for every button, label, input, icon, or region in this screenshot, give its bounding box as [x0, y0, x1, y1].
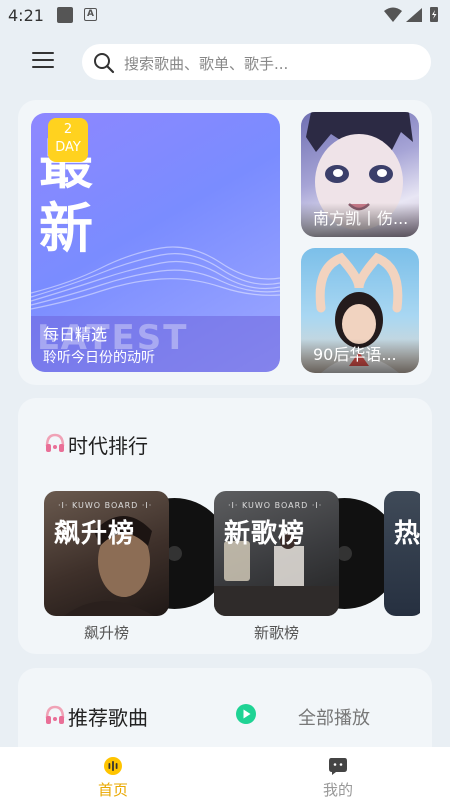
chart-cover-title: 飙升榜: [54, 519, 136, 549]
playlist-card[interactable]: 南方凯丨伤...: [301, 112, 419, 237]
system-status-icons: [384, 7, 438, 22]
home-music-icon: [104, 757, 122, 775]
chart-item-soaring[interactable]: ·I· KUWO BOARD ·I· 飙升榜 飙升榜: [44, 491, 234, 642]
featured-section: 最 新 2 DAY LATEST 每日精选 聆听今日份的动听 南方凯丨伤... …: [18, 100, 432, 385]
top-header: 搜索歌曲、歌单、歌手...: [0, 30, 450, 92]
chart-item-hot[interactable]: 热: [384, 491, 420, 641]
daily-picks-card[interactable]: 最 新 2 DAY LATEST 每日精选 聆听今日份的动听: [31, 113, 280, 372]
daily-card-subtitle: 聆听今日份的动听: [43, 350, 155, 366]
chart-name: 飙升榜: [83, 624, 129, 642]
playlist-card[interactable]: 90后华语...: [301, 248, 419, 373]
tab-home[interactable]: 首页: [53, 747, 173, 801]
daily-card-title: 每日精选: [43, 325, 108, 344]
status-bar: 4:21 A: [0, 0, 450, 30]
search-placeholder: 搜索歌曲、歌单、歌手...: [124, 55, 289, 73]
playlist-label: 90后华语...: [313, 345, 397, 364]
notification-square-icon: [57, 7, 73, 23]
profile-face-icon: [329, 758, 347, 775]
notification-a-icon: A: [84, 8, 97, 21]
headphones-icon: [45, 433, 65, 452]
wifi-icon: [384, 7, 402, 22]
signal-icon: [406, 8, 422, 22]
chart-cover: 热: [384, 491, 420, 616]
kuwo-board-label: ·I· KUWO BOARD ·I·: [228, 501, 323, 510]
tab-home-label: 首页: [97, 781, 128, 799]
chart-cover-title: 新歌榜: [224, 519, 306, 549]
search-input[interactable]: 搜索歌曲、歌单、歌手...: [82, 44, 431, 80]
tab-mine[interactable]: 我的: [278, 747, 398, 801]
day-badge-unit: DAY: [55, 140, 81, 155]
bottom-tab-bar: 首页 我的: [0, 747, 450, 801]
ranking-title: 时代排行: [68, 434, 148, 458]
headphones-icon: [45, 705, 65, 724]
chart-name: 新歌榜: [253, 624, 299, 642]
playlist-label: 南方凯丨伤...: [313, 209, 409, 228]
chart-item-new-songs[interactable]: ·I· KUWO BOARD ·I· 新歌榜 新歌榜: [214, 491, 404, 642]
ranking-section: 时代排行 ·I· KUWO BOARD ·I· 飙升榜 飙升榜 ·I· KUWO…: [18, 398, 432, 654]
kuwo-board-label: ·I· KUWO BOARD ·I·: [58, 501, 153, 510]
search-icon: [94, 53, 115, 74]
day-badge: 2 DAY: [48, 118, 88, 162]
chart-cover: ·I· KUWO BOARD ·I· 飙升榜: [44, 491, 169, 616]
play-all-button[interactable]: 全部播放: [298, 704, 370, 730]
sound-wave-graphic: [31, 246, 280, 310]
play-circle-icon[interactable]: [236, 704, 256, 724]
status-time: 4:21: [8, 6, 44, 25]
recommend-title: 推荐歌曲: [68, 706, 148, 730]
tab-mine-label: 我的: [322, 781, 353, 799]
day-badge-number: 2: [63, 122, 73, 137]
chart-cover-title: 热: [394, 519, 420, 549]
menu-icon[interactable]: [32, 52, 56, 70]
chart-cover: ·I· KUWO BOARD ·I· 新歌榜: [214, 491, 339, 616]
